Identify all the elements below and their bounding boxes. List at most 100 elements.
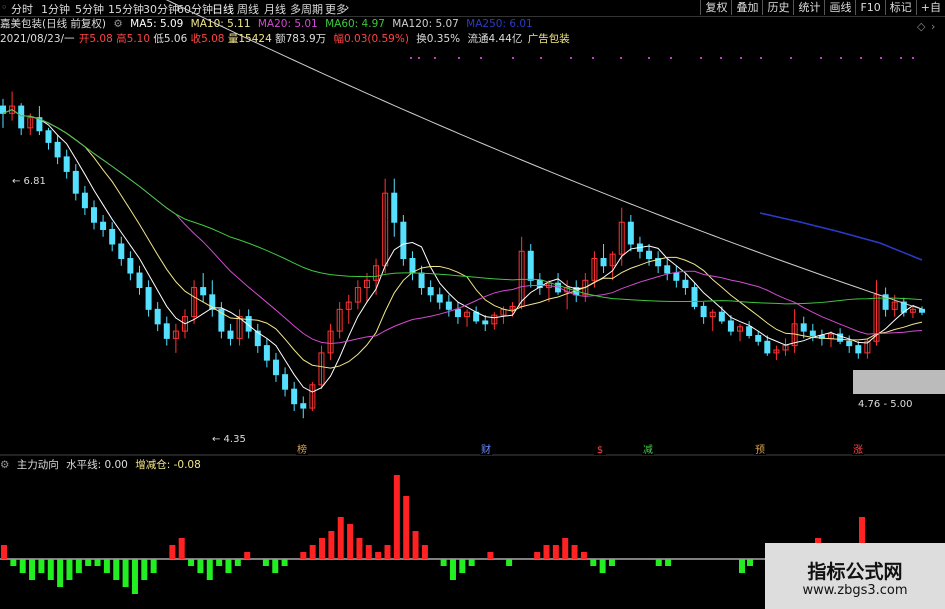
high-price-label: ← 6.81: [12, 176, 46, 187]
candle-body: [45, 130, 52, 143]
range-label: 4.76 - 5.00: [858, 399, 913, 410]
indicator-bar: [487, 552, 494, 559]
indicator-bar: [29, 559, 36, 580]
candle-body: [54, 141, 61, 158]
candle-body: [72, 170, 79, 194]
candle-body: [145, 287, 152, 310]
indicator-bar: [665, 559, 672, 566]
candle-body: [409, 258, 416, 274]
indicator-bar: [122, 559, 129, 587]
indicator-bar: [113, 559, 120, 580]
indicator-bar: [19, 559, 26, 573]
candle-body: [418, 272, 425, 289]
indicator-bar: [103, 559, 110, 573]
indicator-bar: [412, 531, 419, 559]
indicator-bar: [225, 559, 232, 573]
candle-body: [154, 308, 161, 325]
range-highlight: [853, 370, 945, 394]
indicator-bar: [216, 559, 223, 566]
top-tick-mark: [700, 57, 702, 59]
indicator-bar: [47, 559, 54, 580]
candle-body: [727, 320, 734, 332]
indicator-bar: [75, 559, 82, 573]
candle-body: [482, 320, 489, 325]
top-tick-mark: [648, 57, 650, 59]
top-tick-mark: [512, 57, 514, 59]
candle-body: [163, 323, 170, 339]
candle-body: [673, 272, 680, 281]
indicator-bar: [10, 559, 17, 566]
candle-body: [809, 330, 816, 336]
candle-body: [200, 287, 207, 296]
candle-body: [846, 340, 853, 347]
indicator-bar: [562, 538, 569, 559]
top-tick-mark: [592, 57, 594, 59]
candle-body: [600, 258, 607, 267]
low-price-label: ← 4.35: [212, 434, 246, 445]
candle-body: [300, 403, 307, 409]
indicator-bar: [739, 559, 745, 573]
indicator-bar: [178, 538, 185, 559]
indicator-bar: [655, 559, 662, 566]
indicator-bar: [552, 545, 559, 559]
indicator-bar: [262, 559, 269, 566]
top-tick-mark: [860, 57, 862, 59]
indicator-bar: [150, 559, 157, 573]
indicator-bar: [403, 496, 410, 559]
indicator-bar: [384, 545, 391, 559]
candle-body: [227, 330, 234, 339]
indicator-bar: [85, 559, 92, 566]
indicator-bar: [300, 552, 307, 559]
indicator-bar: [206, 559, 213, 580]
indicator-bar: [421, 545, 428, 559]
indicator-bar: [94, 559, 101, 566]
indicator-bar: [393, 475, 400, 559]
top-tick-mark: [670, 57, 672, 59]
indicator-bar: [375, 552, 382, 559]
candle-body: [282, 374, 289, 390]
top-tick-mark: [900, 57, 902, 59]
candle-body: [81, 192, 88, 209]
candle-body: [691, 287, 698, 307]
top-tick-mark: [760, 57, 762, 59]
indicator-bar: [66, 559, 73, 580]
candle-body: [90, 207, 97, 223]
watermark-url: www.zbgs3.com: [802, 583, 908, 598]
indicator-bar: [747, 559, 753, 566]
indicator-bar: [1, 545, 7, 559]
event-marker-5: 涨: [853, 444, 863, 456]
indicator-bar: [328, 531, 335, 559]
indicator-bar: [365, 545, 372, 559]
candle-body: [18, 105, 25, 129]
candle-body: [445, 301, 452, 310]
indicator-bar: [131, 559, 138, 594]
candle-body: [746, 326, 753, 336]
candle-body: [718, 311, 725, 322]
candle-body: [755, 334, 762, 342]
indicator-bar: [599, 559, 606, 573]
kline-chart[interactable]: ← 6.81 ← 4.35 4.76 - 5.00 榜 财 $ 减 预 涨: [0, 0, 945, 609]
indicator-bar: [506, 559, 513, 566]
indicator-bar: [449, 559, 456, 580]
candle-body: [855, 345, 862, 354]
indicator-bar: [234, 559, 241, 566]
candle-body: [272, 359, 279, 376]
indicator-bar: [347, 524, 354, 559]
candle-body: [700, 305, 707, 318]
top-tick-mark: [912, 57, 914, 59]
indicator-bar: [534, 552, 541, 559]
candle-body: [800, 323, 807, 332]
candle-body: [127, 258, 134, 274]
candle-body: [764, 340, 771, 354]
top-tick-mark: [820, 57, 822, 59]
candle-body: [919, 308, 925, 313]
event-marker-4: 预: [755, 444, 765, 456]
top-tick-mark: [480, 57, 482, 59]
top-tick-mark: [458, 57, 460, 59]
candle-body: [391, 192, 398, 223]
indicator-bar: [38, 559, 45, 573]
indicator-bar: [141, 559, 148, 580]
top-tick-mark: [740, 57, 742, 59]
top-tick-mark: [790, 57, 792, 59]
indicator-bar: [197, 559, 204, 573]
